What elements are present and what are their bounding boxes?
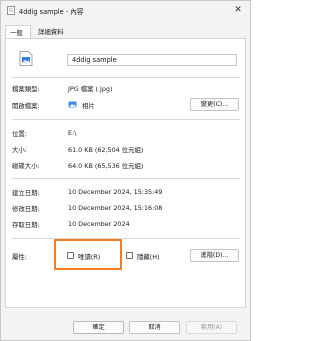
image-file-icon bbox=[19, 51, 33, 66]
created-value: 10 December 2024, 15:35:49 bbox=[68, 188, 163, 196]
photos-app-icon bbox=[68, 101, 77, 108]
general-panel: 4ddig sample 檔案類型: JPG 檔案 (.jpg) 開啟檔案: 相… bbox=[5, 38, 246, 308]
location-value: E:\ bbox=[68, 129, 77, 137]
opens-with-value: 相片 bbox=[82, 102, 95, 110]
divider bbox=[12, 119, 240, 120]
divider bbox=[12, 77, 240, 78]
size-on-disk-label: 磁碟大小: bbox=[12, 162, 40, 170]
cancel-button[interactable]: 取消 bbox=[129, 321, 180, 334]
opens-with-label: 開啟檔案: bbox=[12, 102, 40, 110]
readonly-checkbox[interactable] bbox=[67, 252, 74, 259]
size-label: 大小: bbox=[12, 146, 27, 154]
tab-details[interactable]: 詳細資料 bbox=[34, 25, 82, 39]
attributes-label: 屬性: bbox=[12, 253, 27, 261]
divider bbox=[12, 178, 240, 179]
file-properties-icon bbox=[7, 6, 15, 15]
location-label: 位置: bbox=[12, 130, 27, 138]
tab-general[interactable]: 一般 bbox=[5, 25, 31, 39]
ok-button[interactable]: 確定 bbox=[73, 321, 124, 334]
created-label: 建立日期: bbox=[12, 189, 40, 197]
accessed-value: 10 December 2024 bbox=[68, 220, 130, 228]
window-title: 4ddig sample - 內容 bbox=[19, 8, 84, 16]
file-type-value: JPG 檔案 (.jpg) bbox=[68, 85, 113, 93]
change-button[interactable]: 變更(C)... bbox=[190, 98, 239, 111]
divider bbox=[12, 238, 240, 239]
hidden-label: 隱藏(H) bbox=[137, 253, 160, 261]
apply-button[interactable]: 套用(A) bbox=[186, 321, 237, 334]
file-type-label: 檔案類型: bbox=[12, 85, 40, 93]
hidden-checkbox[interactable] bbox=[126, 252, 133, 259]
close-icon[interactable]: ✕ bbox=[232, 4, 244, 16]
modified-value: 10 December 2024, 15:16:08 bbox=[68, 204, 163, 212]
file-name-input[interactable]: 4ddig sample bbox=[67, 54, 237, 66]
modified-label: 修改日期: bbox=[12, 205, 40, 213]
advanced-button[interactable]: 進階(D)... bbox=[190, 249, 239, 262]
size-on-disk-value: 64.0 KB (65,536 位元組) bbox=[68, 162, 144, 170]
title-bar[interactable]: 4ddig sample - 內容 ✕ bbox=[1, 1, 250, 20]
properties-dialog: 4ddig sample - 內容 ✕ 一般 詳細資料 4ddig sample… bbox=[0, 0, 251, 341]
size-value: 61.0 KB (62,504 位元組) bbox=[68, 146, 144, 154]
accessed-label: 存取日期: bbox=[12, 221, 40, 229]
readonly-label: 唯讀(R) bbox=[78, 253, 101, 261]
